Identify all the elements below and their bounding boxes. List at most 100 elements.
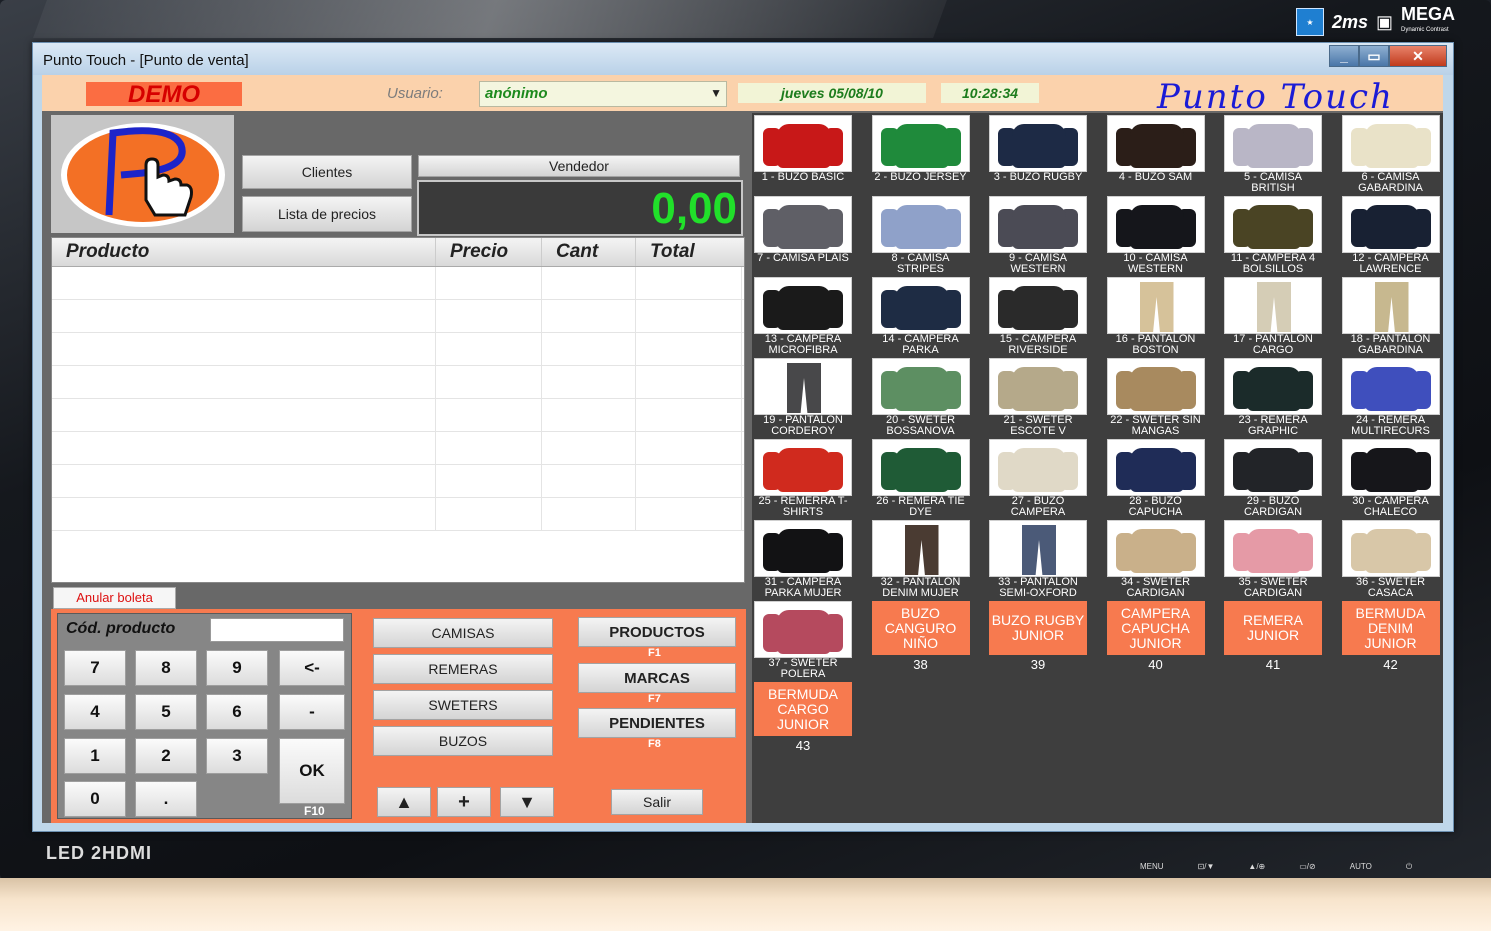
col-total[interactable]: Total: [636, 238, 742, 266]
product-tile[interactable]: 30 - CAMPERA CHALECO: [1341, 439, 1440, 518]
product-tile[interactable]: 32 - PANTALON DENIM MUJER: [871, 520, 970, 599]
product-tile[interactable]: 29 - BUZO CARDIGAN: [1224, 439, 1322, 518]
key-minus[interactable]: -: [279, 694, 345, 730]
category-camisas[interactable]: CAMISAS: [373, 618, 553, 648]
table-row[interactable]: [52, 498, 744, 531]
product-tile[interactable]: 12 - CAMPERA LAWRENCE: [1341, 196, 1440, 275]
product-tile[interactable]: 33 - PANTALON SEMI-OXFORD: [989, 520, 1087, 599]
product-button[interactable]: REMERA JUNIOR: [1224, 601, 1322, 655]
product-tile[interactable]: 3 - BUZO RUGBY: [989, 115, 1087, 193]
product-tile[interactable]: 13 - CAMPERA MICROFIBRA: [754, 277, 852, 356]
product-tile-text[interactable]: BERMUDA CARGO JUNIOR 43: [754, 682, 852, 753]
category-buzos[interactable]: BUZOS: [373, 726, 553, 756]
key-1[interactable]: 1: [64, 738, 126, 774]
product-tile[interactable]: 19 - PANTALON CORDEROY: [754, 358, 852, 437]
chevron-down-icon[interactable]: ▼: [710, 86, 722, 100]
product-tile[interactable]: 6 - CAMISA GABARDINA: [1341, 115, 1440, 194]
product-tile[interactable]: 16 - PANTALON BOSTON: [1106, 277, 1205, 356]
product-tile[interactable]: 9 - CAMISA WESTERN: [989, 196, 1087, 275]
monitor-control[interactable]: ▲/⊕: [1248, 862, 1265, 872]
productos-button[interactable]: PRODUCTOS: [578, 617, 736, 647]
product-tile-text[interactable]: BUZO CANGURO NIÑO 38: [871, 601, 970, 672]
salir-button[interactable]: Salir: [611, 789, 703, 815]
product-tile[interactable]: 14 - CAMPERA PARKA: [871, 277, 970, 356]
key-decimal[interactable]: .: [135, 781, 197, 817]
arrow-down-icon[interactable]: ▼: [500, 787, 554, 817]
monitor-control[interactable]: MENU: [1140, 862, 1164, 872]
power-icon[interactable]: ⏻: [1406, 862, 1412, 872]
ok-button[interactable]: OK: [279, 738, 345, 804]
product-tile[interactable]: 27 - BUZO CAMPERA: [989, 439, 1087, 518]
product-tile[interactable]: 15 - CAMPERA RIVERSIDE: [989, 277, 1087, 356]
key-5[interactable]: 5: [135, 694, 197, 730]
monitor-control[interactable]: ▭/⊘: [1299, 862, 1315, 872]
vendedor-button[interactable]: Vendedor: [418, 155, 740, 177]
key-2[interactable]: 2: [135, 738, 197, 774]
product-button[interactable]: BUZO CANGURO NIÑO: [871, 601, 970, 655]
product-button[interactable]: BERMUDA DENIM JUNIOR: [1341, 601, 1440, 655]
key-3[interactable]: 3: [206, 738, 268, 774]
close-button[interactable]: ✕: [1389, 45, 1447, 67]
product-button[interactable]: BUZO RUGBY JUNIOR: [989, 601, 1087, 655]
product-tile[interactable]: 26 - REMERA TIE DYE: [871, 439, 970, 518]
key-8[interactable]: 8: [135, 650, 197, 686]
product-tile[interactable]: 2 - BUZO JERSEY: [871, 115, 970, 193]
table-row[interactable]: [52, 300, 744, 333]
add-button[interactable]: +: [437, 787, 491, 817]
anular-boleta-button[interactable]: Anular boleta: [53, 587, 176, 609]
product-tile-text[interactable]: BUZO RUGBY JUNIOR 39: [989, 601, 1087, 672]
product-button[interactable]: BERMUDA CARGO JUNIOR: [754, 682, 852, 736]
product-tile[interactable]: 25 - REMERRA T-SHIRTS: [754, 439, 852, 518]
product-tile[interactable]: 17 - PANTALON CARGO: [1224, 277, 1322, 356]
key-4[interactable]: 4: [64, 694, 126, 730]
product-tile[interactable]: 20 - SWETER BOSSANOVA: [871, 358, 970, 437]
user-select[interactable]: anónimo ▼: [479, 81, 727, 107]
product-tile[interactable]: 21 - SWETER ESCOTE V: [989, 358, 1087, 437]
product-tile[interactable]: 31 - CAMPERA PARKA MUJER: [754, 520, 852, 599]
clientes-button[interactable]: Clientes: [242, 155, 412, 189]
col-producto[interactable]: Producto: [52, 238, 436, 266]
codigo-producto-input[interactable]: [210, 618, 344, 642]
product-tile[interactable]: 36 - SWETER CASACA: [1341, 520, 1440, 599]
maximize-button[interactable]: ▭: [1359, 45, 1389, 67]
key-6[interactable]: 6: [206, 694, 268, 730]
product-tile[interactable]: 10 - CAMISA WESTERN: [1106, 196, 1205, 275]
product-tile[interactable]: 35 - SWETER CARDIGAN: [1224, 520, 1322, 599]
product-tile[interactable]: 24 - REMERA MULTIRECURS: [1341, 358, 1440, 437]
category-remeras[interactable]: REMERAS: [373, 654, 553, 684]
lista-precios-button[interactable]: Lista de precios: [242, 196, 412, 232]
key-9[interactable]: 9: [206, 650, 268, 686]
col-precio[interactable]: Precio: [436, 238, 542, 266]
product-button[interactable]: CAMPERA CAPUCHA JUNIOR: [1106, 601, 1205, 655]
product-tile[interactable]: 8 - CAMISA STRIPES: [871, 196, 970, 275]
product-tile[interactable]: 22 - SWETER SIN MANGAS: [1106, 358, 1205, 437]
category-sweters[interactable]: SWETERS: [373, 690, 553, 720]
product-tile[interactable]: 11 - CAMPERA 4 BOLSILLOS: [1224, 196, 1322, 275]
product-tile[interactable]: 23 - REMERA GRAPHIC: [1224, 358, 1322, 437]
minimize-button[interactable]: _: [1329, 45, 1359, 67]
marcas-button[interactable]: MARCAS: [578, 663, 736, 693]
table-row[interactable]: [52, 432, 744, 465]
monitor-control[interactable]: ⊡/▼: [1198, 862, 1215, 872]
monitor-control[interactable]: AUTO: [1350, 862, 1372, 872]
pendientes-button[interactable]: PENDIENTES: [578, 708, 736, 738]
arrow-up-icon[interactable]: ▲: [377, 787, 431, 817]
table-row[interactable]: [52, 399, 744, 432]
table-row[interactable]: [52, 465, 744, 498]
product-tile[interactable]: 7 - CAMISA PLAIS: [754, 196, 852, 274]
key-7[interactable]: 7: [64, 650, 126, 686]
product-tile-text[interactable]: REMERA JUNIOR 41: [1224, 601, 1322, 672]
product-tile-text[interactable]: CAMPERA CAPUCHA JUNIOR 40: [1106, 601, 1205, 672]
table-row[interactable]: [52, 366, 744, 399]
key-0[interactable]: 0: [64, 781, 126, 817]
product-tile[interactable]: 37 - SWETER POLERA: [754, 601, 852, 680]
product-tile[interactable]: 1 - BUZO BASIC: [754, 115, 852, 193]
product-tile[interactable]: 28 - BUZO CAPUCHA: [1106, 439, 1205, 518]
product-tile[interactable]: 4 - BUZO SAM: [1106, 115, 1205, 193]
product-tile[interactable]: 18 - PANTALON GABARDINA: [1341, 277, 1440, 356]
product-tile[interactable]: 34 - SWETER CARDIGAN: [1106, 520, 1205, 599]
product-tile-text[interactable]: BERMUDA DENIM JUNIOR 42: [1341, 601, 1440, 672]
table-row[interactable]: [52, 267, 744, 300]
product-tile[interactable]: 5 - CAMISA BRITISH: [1224, 115, 1322, 194]
col-cant[interactable]: Cant: [542, 238, 636, 266]
